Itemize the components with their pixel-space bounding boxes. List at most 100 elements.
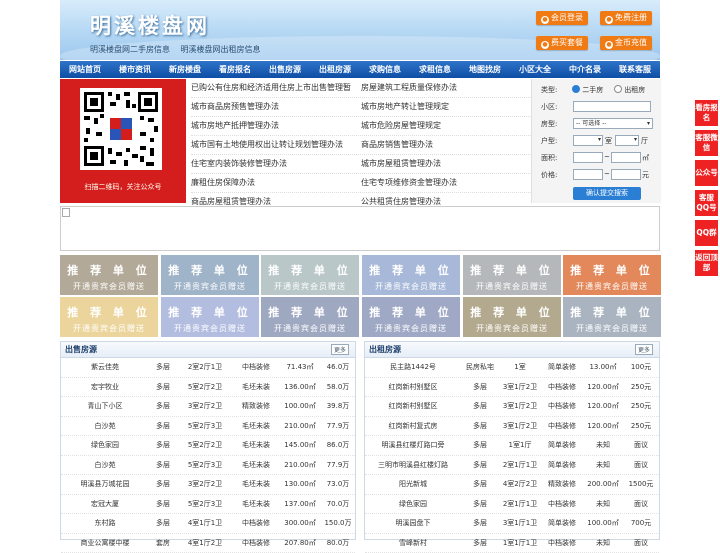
radio-secondhand[interactable]: 二手房 bbox=[572, 85, 603, 95]
listing-row[interactable]: 三明市明溪县红楼灯路多层2室1厅1卫简单装修未知面议 bbox=[365, 456, 659, 476]
nav-item[interactable]: 楼市资讯 bbox=[110, 61, 160, 78]
listing-cell[interactable]: 商业公寓楼中楼 bbox=[61, 538, 149, 548]
nav-item[interactable]: 地图找房 bbox=[460, 61, 510, 78]
hall-count-select[interactable]: ▾ bbox=[615, 135, 639, 146]
recommend-slot[interactable]: 推 荐 单 位开通贵宾会员赠送 bbox=[362, 255, 460, 295]
listing-row[interactable]: 红岗新村别墅区多层3室1厅2卫中档装修120.00㎡250元 bbox=[365, 378, 659, 398]
listing-row[interactable]: 白沙苑多层5室2厅3卫毛坯未装210.00㎡77.9万 bbox=[61, 417, 355, 437]
recommend-slot[interactable]: 推 荐 单 位开通贵宾会员赠送 bbox=[563, 255, 661, 295]
listing-row[interactable]: 明溪园盘下多层3室1厅1卫简单装修100.00㎡700元 bbox=[365, 514, 659, 534]
register-button[interactable]: ●免费注册 bbox=[600, 11, 652, 25]
listing-row[interactable]: 红岗新村别墅区多层3室1厅2卫中档装修120.00㎡250元 bbox=[365, 397, 659, 417]
nav-item[interactable]: 网站首页 bbox=[60, 61, 110, 78]
listing-cell[interactable]: 民主路1442号 bbox=[365, 362, 461, 372]
policy-link[interactable]: 城市商品房预售管理办法 bbox=[191, 98, 361, 116]
listing-cell[interactable]: 红岗新村别墅区 bbox=[365, 382, 461, 392]
listing-cell[interactable]: 三明市明溪县红楼灯路 bbox=[365, 460, 461, 470]
policy-link[interactable]: 城市危险房屋管理规定 bbox=[361, 117, 531, 135]
listing-cell[interactable]: 宏冠大厦 bbox=[61, 499, 149, 509]
recommend-slot[interactable]: 推 荐 单 位开通贵宾会员赠送 bbox=[563, 297, 661, 337]
listing-cell[interactable]: 白沙苑 bbox=[61, 460, 149, 470]
community-input[interactable] bbox=[573, 101, 651, 112]
recommend-slot[interactable]: 推 荐 单 位开通贵宾会员赠送 bbox=[261, 297, 359, 337]
listing-cell[interactable]: 东村路 bbox=[61, 518, 149, 528]
side-float-item[interactable]: 看房报名 bbox=[695, 100, 718, 126]
side-float-item[interactable]: 公众号 bbox=[695, 160, 718, 186]
policy-link[interactable]: 城市房地产抵押管理办法 bbox=[191, 117, 361, 135]
listing-row[interactable]: 紫云佳苑多层2室2厅1卫中档装修71.43㎡46.0万 bbox=[61, 358, 355, 378]
listing-cell[interactable]: 白沙苑 bbox=[61, 421, 149, 431]
listing-row[interactable]: 绿色家园多层5室2厅2卫毛坯未装145.00㎡86.0万 bbox=[61, 436, 355, 456]
policy-link[interactable]: 住宅室内装饰装修管理办法 bbox=[191, 155, 361, 173]
side-float-item[interactable]: 客服QQ号 bbox=[695, 190, 718, 216]
listing-cell[interactable]: 青山下小区 bbox=[61, 401, 149, 411]
recommend-slot[interactable]: 推 荐 单 位开通贵宾会员赠送 bbox=[161, 255, 259, 295]
area-min-input[interactable] bbox=[573, 152, 603, 163]
policy-link[interactable]: 商品房销售管理办法 bbox=[361, 136, 531, 154]
listing-cell[interactable]: 明溪县万城花园 bbox=[61, 479, 149, 489]
policy-link[interactable]: 城市房地产转让管理规定 bbox=[361, 98, 531, 116]
listing-cell[interactable]: 绿色家园 bbox=[61, 440, 149, 450]
nav-item[interactable]: 中介名录 bbox=[560, 61, 610, 78]
nav-item[interactable]: 出售房源 bbox=[260, 61, 310, 78]
room-select[interactable]: -- 可选择 --▾ bbox=[573, 118, 653, 129]
login-button[interactable]: ●会员登录 bbox=[536, 11, 588, 25]
nav-item[interactable]: 看房报名 bbox=[210, 61, 260, 78]
recommend-slot[interactable]: 推 荐 单 位开通贵宾会员赠送 bbox=[261, 255, 359, 295]
nav-item[interactable]: 小区大全 bbox=[510, 61, 560, 78]
listing-row[interactable]: 商业公寓楼中楼套房4室1厅2卫中档装修207.80㎡80.0万 bbox=[61, 534, 355, 553]
price-max-input[interactable] bbox=[611, 169, 641, 180]
recommend-slot[interactable]: 推 荐 单 位开通贵宾会员赠送 bbox=[60, 297, 158, 337]
listing-cell[interactable]: 雪峰新村 bbox=[365, 538, 461, 548]
listing-row[interactable]: 宏宇牧业多层5室2厅2卫毛坯未装136.00㎡58.0万 bbox=[61, 378, 355, 398]
side-float-item[interactable]: 返回顶部 bbox=[695, 250, 718, 276]
nav-item[interactable]: 出租房源 bbox=[310, 61, 360, 78]
nav-item[interactable]: 联系客服 bbox=[610, 61, 660, 78]
listing-cell[interactable]: 宏宇牧业 bbox=[61, 382, 149, 392]
policy-link[interactable]: 城市房屋租赁管理办法 bbox=[361, 155, 531, 173]
recharge-button[interactable]: ●金币充值 bbox=[600, 36, 652, 50]
listing-row[interactable]: 红岗新村复式房多层3室1厅2卫中档装修120.00㎡250元 bbox=[365, 417, 659, 437]
policy-link[interactable]: 房屋建筑工程质量保修办法 bbox=[361, 79, 531, 97]
site-logo-title[interactable]: 明溪楼盘网 bbox=[90, 10, 210, 40]
listing-cell[interactable]: 红岗新村复式房 bbox=[365, 421, 461, 431]
package-button[interactable]: ●费买套餐 bbox=[536, 36, 588, 50]
recommend-slot[interactable]: 推 荐 单 位开通贵宾会员赠送 bbox=[463, 297, 561, 337]
room-count-select[interactable]: ▾ bbox=[573, 135, 603, 146]
nav-item[interactable]: 求购信息 bbox=[360, 61, 410, 78]
listing-row[interactable]: 雪峰新村多层1室1厅1卫中档装修未知面议 bbox=[365, 534, 659, 553]
recommend-slot[interactable]: 推 荐 单 位开通贵宾会员赠送 bbox=[463, 255, 561, 295]
listing-cell[interactable]: 绿色家园 bbox=[365, 499, 461, 509]
side-float-item[interactable]: QQ群 bbox=[695, 220, 718, 246]
policy-link[interactable]: 廉租住房保障办法 bbox=[191, 174, 361, 192]
listing-row[interactable]: 白沙苑多层5室2厅3卫毛坯未装210.00㎡77.9万 bbox=[61, 456, 355, 476]
radio-rental[interactable]: 出租房 bbox=[614, 85, 645, 95]
listing-row[interactable]: 绿色家园多层2室1厅1卫中档装修未知面议 bbox=[365, 495, 659, 515]
area-max-input[interactable] bbox=[611, 152, 641, 163]
nav-item[interactable]: 求租信息 bbox=[410, 61, 460, 78]
listing-row[interactable]: 青山下小区多层3室2厅2卫精致装修100.00㎡39.8万 bbox=[61, 397, 355, 417]
price-min-input[interactable] bbox=[573, 169, 603, 180]
listing-row[interactable]: 宏冠大厦多层5室2厅3卫毛坯未装137.00㎡70.0万 bbox=[61, 495, 355, 515]
policy-link[interactable]: 住宅专项维修资金管理办法 bbox=[361, 174, 531, 192]
side-float-item[interactable]: 客服微信 bbox=[695, 130, 718, 156]
rent-more-link[interactable]: 更多 bbox=[635, 344, 653, 355]
policy-link[interactable]: 城市国有土地使用权出让转让规划管理办法 bbox=[191, 136, 361, 154]
recommend-slot[interactable]: 推 荐 单 位开通贵宾会员赠送 bbox=[60, 255, 158, 295]
listing-cell[interactable]: 红岗新村别墅区 bbox=[365, 401, 461, 411]
listing-cell[interactable]: 明溪园盘下 bbox=[365, 518, 461, 528]
listing-cell[interactable]: 紫云佳苑 bbox=[61, 362, 149, 372]
listing-cell[interactable]: 阳光新城 bbox=[365, 479, 461, 489]
link-rental[interactable]: 明溪楼盘网出租房信息 bbox=[181, 45, 261, 54]
listing-cell[interactable]: 明溪县红楼灯路口旁 bbox=[365, 440, 461, 450]
link-secondhand[interactable]: 明溪楼盘网二手房信息 bbox=[90, 45, 170, 54]
listing-row[interactable]: 阳光新城多层4室2厅2卫精致装修200.00㎡1500元 bbox=[365, 475, 659, 495]
search-submit-button[interactable]: 确认提交搜索 bbox=[573, 187, 641, 200]
policy-link[interactable]: 已购公有住房和经济适用住房上市出售管理暂 bbox=[191, 79, 361, 97]
recommend-slot[interactable]: 推 荐 单 位开通贵宾会员赠送 bbox=[362, 297, 460, 337]
listing-row[interactable]: 明溪县红楼灯路口旁多层1室1厅简单装修未知面议 bbox=[365, 436, 659, 456]
listing-row[interactable]: 民主路1442号民房私宅1室简单装修13.00㎡100元 bbox=[365, 358, 659, 378]
sale-more-link[interactable]: 更多 bbox=[331, 344, 349, 355]
listing-row[interactable]: 明溪县万城花园多层3室2厅2卫毛坯未装130.00㎡73.0万 bbox=[61, 475, 355, 495]
nav-item[interactable]: 新房楼盘 bbox=[160, 61, 210, 78]
